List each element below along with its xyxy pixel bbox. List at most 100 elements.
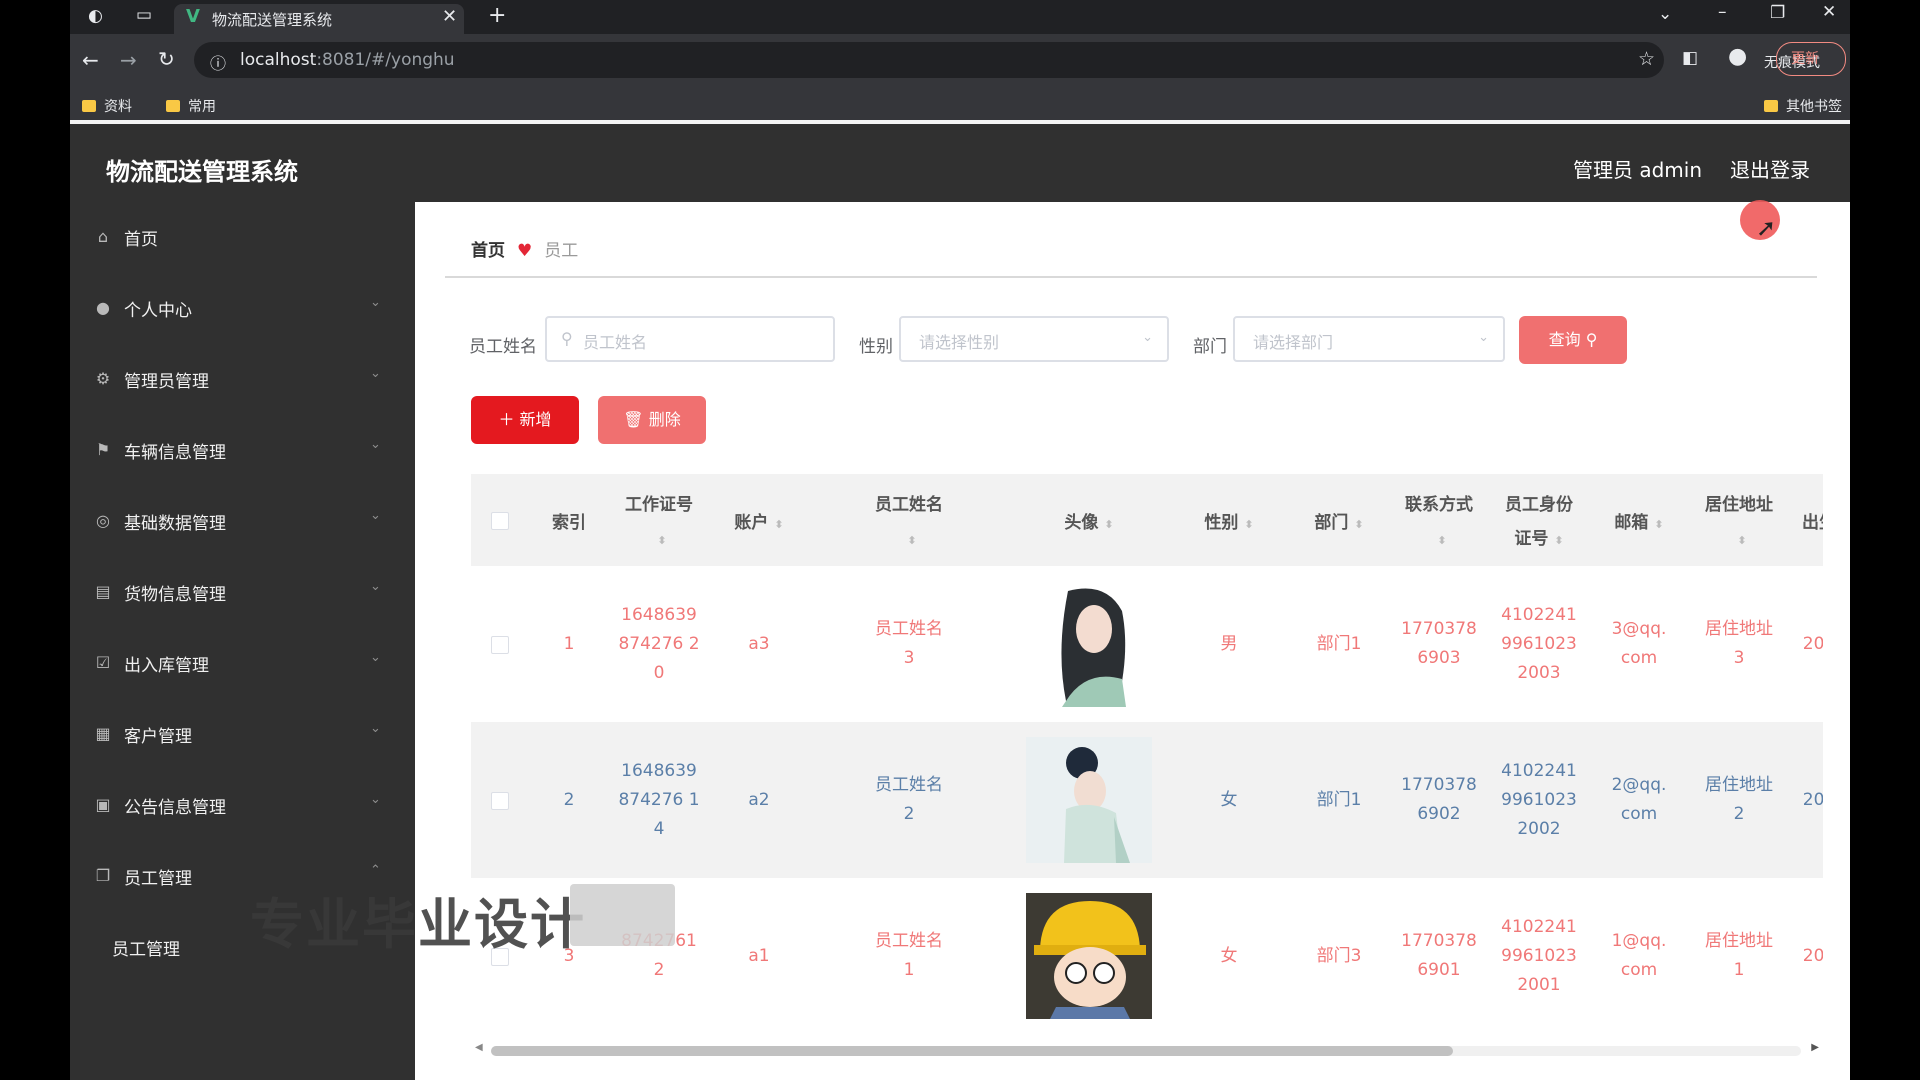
sort-icon[interactable]: ⬍ (1244, 518, 1253, 531)
table-header: 索引 工作证号 ⬍ 账户 ⬍ 员工姓名 ⬍ 头像 ⬍ 性别 ⬍ 部门 ⬍ 联系方式 ⬍ 员工身… (471, 474, 1823, 566)
logout-link[interactable]: 退出登录 (1730, 154, 1810, 183)
watermark-blur (570, 884, 675, 946)
row-checkbox[interactable] (491, 792, 509, 810)
folder-icon (82, 100, 96, 112)
cell-address: 居住地址2 (1705, 775, 1773, 824)
avatar[interactable] (1026, 737, 1152, 863)
cell-gender: 女 (1220, 945, 1238, 966)
sidebar-item-profile[interactable]: ● 个人中心 ⌄ (70, 279, 415, 337)
chevron-down-icon: ⌄ (370, 792, 381, 807)
current-user: 管理员 admin (1573, 158, 1703, 182)
sidebar-item-inout[interactable]: ☑ 出入库管理 ⌄ (70, 634, 415, 692)
sort-icon[interactable]: ⬍ (1437, 534, 1446, 547)
reload-icon[interactable]: ↻ (158, 47, 175, 71)
th-birth[interactable]: 出生 (1789, 474, 1823, 566)
th-address[interactable]: 居住地址 ⬍ (1689, 474, 1789, 566)
dept-select[interactable]: 请选择部门 ⌄ (1233, 316, 1505, 362)
cell-birth: 202 (1802, 633, 1823, 654)
chevron-down-icon: ⌄ (370, 650, 381, 665)
add-button[interactable]: ＋ 新增 (471, 396, 579, 444)
table-row[interactable]: 1 1648639874276 20 a3 员工姓名3 男 部门1 177037… (471, 566, 1823, 722)
cell-index: 1 (563, 633, 575, 654)
row-checkbox[interactable] (491, 636, 509, 654)
info-icon[interactable]: ⓘ (210, 50, 226, 74)
th-email[interactable]: 邮箱 ⬍ (1589, 474, 1689, 566)
chevron-down-icon: ⌄ (370, 366, 381, 381)
sidebar-item-notices[interactable]: ▣ 公告信息管理 ⌄ (70, 776, 415, 834)
th-account[interactable]: 账户 ⬍ (709, 474, 809, 566)
minimize-icon[interactable]: – (1718, 2, 1727, 22)
sort-icon[interactable]: ⬍ (1654, 518, 1663, 531)
search-icon: ⚲ (561, 329, 573, 348)
sidebar-item-vehicles[interactable]: ⚑ 车辆信息管理 ⌄ (70, 421, 415, 479)
sort-icon[interactable]: ⬍ (657, 534, 666, 547)
sort-icon[interactable]: ⬍ (907, 534, 916, 547)
cell-job-no: 1648639874276 20 (618, 604, 700, 683)
th-id-card[interactable]: 员工身份 证号 ⬍ (1489, 474, 1589, 566)
cell-address: 居住地址3 (1705, 619, 1773, 668)
sidebar-item-goods[interactable]: ▤ 货物信息管理 ⌄ (70, 563, 415, 621)
tab-close-icon[interactable]: ✕ (442, 6, 457, 27)
forward-icon[interactable]: → (120, 48, 137, 72)
scroll-right-icon[interactable]: ▶ (1811, 1042, 1819, 1053)
update-button[interactable]: 更新 (1776, 42, 1846, 76)
avatar-girl-2-icon (1026, 737, 1152, 863)
th-phone[interactable]: 联系方式 ⬍ (1389, 474, 1489, 566)
close-window-icon[interactable]: ✕ (1822, 2, 1836, 22)
sort-icon[interactable]: ⬍ (1737, 534, 1746, 547)
sidebar-item-admins[interactable]: ⚙ 管理员管理 ⌄ (70, 350, 415, 408)
th-name[interactable]: 员工姓名 ⬍ (809, 474, 1009, 566)
scroll-thumb[interactable] (491, 1046, 1453, 1056)
bookmark-folder-1[interactable]: 资料 (82, 96, 132, 116)
sidebar-item-home[interactable]: ⌂ 首页 (70, 208, 415, 266)
staff-table: 索引 工作证号 ⬍ 账户 ⬍ 员工姓名 ⬍ 头像 ⬍ 性别 ⬍ 部门 ⬍ 联系方式 ⬍ 员工身… (471, 474, 1823, 1030)
cell-job-no: 1648639874276 14 (618, 760, 700, 839)
window-icon[interactable]: ▭ (136, 5, 152, 25)
tab-search-icon[interactable]: ⌄ (1658, 4, 1672, 24)
heart-icon: ♥ (517, 241, 533, 261)
th-index: 索引 (552, 513, 586, 533)
browser-icon[interactable]: ◐ (88, 6, 103, 26)
sidebar-item-customers[interactable]: ▦ 客户管理 ⌄ (70, 705, 415, 763)
th-gender[interactable]: 性别 ⬍ (1169, 474, 1289, 566)
back-icon[interactable]: ← (82, 48, 99, 72)
screen-border-left (0, 0, 70, 1080)
restore-icon[interactable]: ❐ (1770, 3, 1785, 23)
th-avatar[interactable]: 头像 ⬍ (1009, 474, 1169, 566)
select-all-checkbox[interactable] (491, 512, 509, 530)
breadcrumb-home[interactable]: 首页 (471, 241, 505, 261)
cell-id-card: 410224199610232003 (1501, 604, 1577, 683)
query-button[interactable]: 查询 ⚲ (1519, 316, 1627, 364)
grid-icon: ▦ (95, 724, 111, 743)
cell-dept: 部门1 (1316, 789, 1362, 810)
sort-icon[interactable]: ⬍ (1104, 518, 1113, 531)
sidebar-subitem-label: 员工管理 (112, 940, 180, 960)
avatar[interactable] (1026, 581, 1152, 707)
gender-select[interactable]: 请选择性别 ⌄ (899, 316, 1169, 362)
app-header: 物流配送管理系统 管理员 admin 退出登录 (70, 124, 1850, 202)
cell-birth: 202 (1802, 945, 1823, 966)
cell-dept: 部门3 (1316, 945, 1362, 966)
table-horizontal-scrollbar[interactable]: ◀ ▶ (471, 1042, 1823, 1058)
avatar[interactable] (1026, 893, 1152, 1019)
delete-button[interactable]: 🗑 删除 (598, 396, 706, 444)
sort-icon[interactable]: ⬍ (1554, 534, 1563, 547)
bookmark-star-icon[interactable]: ☆ (1638, 48, 1655, 70)
new-tab-icon[interactable]: + (488, 3, 506, 28)
sidebar-item-basic-data[interactable]: ◎ 基础数据管理 ⌄ (70, 492, 415, 550)
name-search-input[interactable]: ⚲ 员工姓名 (545, 316, 835, 362)
scroll-left-icon[interactable]: ◀ (475, 1042, 483, 1053)
cell-gender: 女 (1220, 789, 1238, 810)
table-row[interactable]: 2 1648639874276 14 a2 员工姓名2 女 部门1 177037… (471, 722, 1823, 878)
breadcrumb-current: 员工 (544, 241, 579, 261)
dept-placeholder: 请选择部门 (1253, 333, 1334, 352)
side-panel-icon[interactable]: ◧ (1682, 48, 1698, 68)
bookmark-folder-2[interactable]: 常用 (166, 96, 216, 116)
sort-icon[interactable]: ⬍ (774, 518, 783, 531)
other-bookmarks[interactable]: 其他书签 (1764, 96, 1842, 116)
th-dept[interactable]: 部门 ⬍ (1289, 474, 1389, 566)
sidebar-item-label: 首页 (124, 230, 158, 250)
sort-icon[interactable]: ⬍ (1354, 518, 1363, 531)
browser-tabbar: ◐ ▭ V 物流配送管理系统 ✕ + ⌄ – ❐ ✕ (70, 0, 1850, 34)
th-job-no[interactable]: 工作证号 ⬍ (609, 474, 709, 566)
